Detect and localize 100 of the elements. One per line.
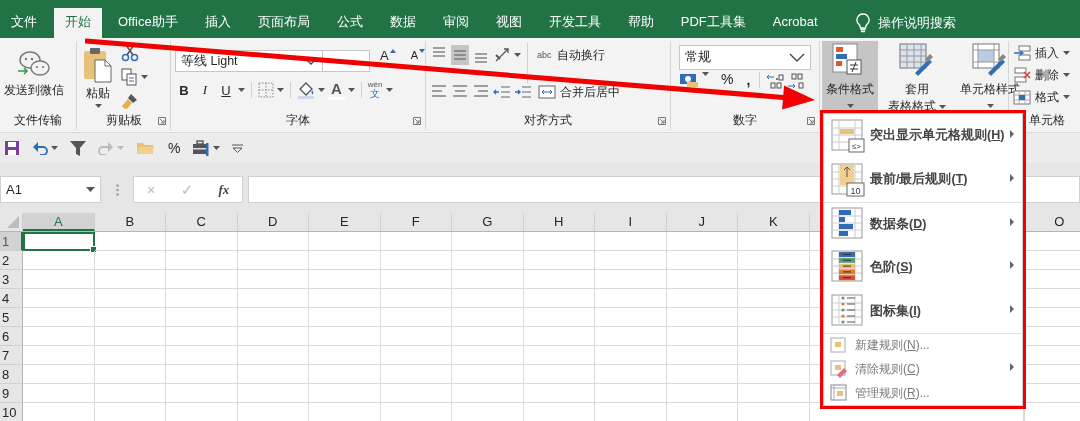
row-header[interactable]: 9 bbox=[0, 384, 23, 403]
row-header[interactable]: 8 bbox=[0, 365, 23, 384]
italic-button[interactable]: I bbox=[196, 82, 214, 98]
paste-button[interactable]: 粘贴 bbox=[81, 47, 115, 110]
column-header[interactable]: B bbox=[94, 213, 166, 231]
menu-item[interactable]: ≤> 突出显示单元格规则(H) bbox=[824, 114, 1022, 158]
dialog-launcher-icon[interactable] bbox=[658, 117, 666, 125]
ribbon-tab[interactable]: Office助手 bbox=[107, 8, 189, 38]
caret-icon[interactable] bbox=[213, 146, 221, 150]
selected-cell[interactable] bbox=[23, 232, 95, 251]
caret-icon[interactable] bbox=[1063, 95, 1070, 99]
caret-icon[interactable] bbox=[94, 104, 102, 108]
caret-icon[interactable] bbox=[86, 187, 95, 192]
ribbon-tab[interactable]: Acrobat bbox=[761, 8, 829, 38]
column-header[interactable]: C bbox=[166, 213, 238, 231]
menu-item[interactable]: 10 最前/最后规则(T) bbox=[824, 157, 1022, 202]
menu-item[interactable]: 色阶(S) bbox=[824, 245, 1022, 290]
percent-style-button[interactable]: % bbox=[718, 72, 737, 86]
caret-icon[interactable] bbox=[939, 104, 946, 109]
insert-function-button[interactable]: fx bbox=[214, 181, 234, 198]
menu-item[interactable]: 清除规则(C) bbox=[824, 357, 1022, 382]
merge-center-button[interactable]: 合并后居中 bbox=[538, 83, 620, 101]
caret-icon[interactable] bbox=[51, 146, 58, 150]
caret-icon[interactable] bbox=[277, 88, 284, 92]
row-header[interactable]: 3 bbox=[0, 270, 23, 289]
orientation-icon[interactable] bbox=[493, 46, 511, 64]
ribbon-tab[interactable]: PDF工具集 bbox=[669, 8, 757, 38]
caret-icon[interactable] bbox=[1063, 73, 1070, 77]
phonetic-guide-icon[interactable]: wén 文 bbox=[367, 81, 383, 99]
column-header[interactable]: J bbox=[666, 213, 738, 231]
ribbon-tab[interactable]: 帮助 bbox=[616, 8, 665, 38]
send-to-wechat-button[interactable]: 发送到微信 bbox=[2, 41, 66, 110]
decrease-indent-icon[interactable] bbox=[493, 83, 511, 101]
caret-icon[interactable] bbox=[238, 88, 245, 92]
cell-command-button[interactable]: 插入 bbox=[1013, 43, 1070, 63]
column-header[interactable]: O bbox=[1024, 213, 1080, 231]
caret-icon[interactable] bbox=[514, 53, 521, 57]
dialog-launcher-icon[interactable] bbox=[807, 117, 815, 125]
ribbon-tab[interactable]: 文件 bbox=[0, 8, 48, 38]
shrink-font-button[interactable]: A bbox=[407, 49, 428, 62]
ribbon-tab[interactable]: 开发工具 bbox=[537, 8, 612, 38]
menu-item[interactable]: 新建规则(N)... bbox=[824, 333, 1022, 358]
ribbon-tab[interactable]: 开始 bbox=[54, 8, 102, 38]
column-header[interactable]: G bbox=[452, 213, 524, 231]
caret-icon[interactable] bbox=[347, 88, 355, 92]
comma-style-button[interactable]: , bbox=[743, 72, 754, 88]
row-header[interactable]: 7 bbox=[0, 346, 23, 365]
column-header[interactable]: H bbox=[523, 213, 595, 231]
dialog-launcher-icon[interactable] bbox=[158, 117, 166, 125]
column-header[interactable]: A bbox=[23, 213, 95, 231]
row-header[interactable]: 5 bbox=[0, 308, 23, 327]
caret-icon[interactable] bbox=[385, 88, 393, 92]
column-header[interactable]: K bbox=[738, 213, 810, 231]
column-header[interactable]: F bbox=[380, 213, 452, 231]
ribbon-tab[interactable]: 插入 bbox=[193, 8, 242, 38]
toolbox-icon[interactable] bbox=[192, 140, 211, 156]
wrap-text-button[interactable]: abc 自动换行 bbox=[537, 46, 605, 64]
percent-button[interactable]: % bbox=[168, 140, 181, 156]
ribbon-tab[interactable]: 视图 bbox=[484, 8, 533, 38]
increase-indent-icon[interactable] bbox=[514, 83, 532, 101]
grow-font-button[interactable]: A bbox=[377, 49, 399, 62]
ribbon-tab[interactable]: 审阅 bbox=[431, 8, 480, 38]
menu-item[interactable]: 数据条(D) bbox=[824, 201, 1022, 246]
ribbon-tab[interactable]: 数据 bbox=[378, 8, 427, 38]
number-format-field[interactable]: 常规 bbox=[679, 45, 811, 70]
conditional-format-button[interactable]: 条件格式 bbox=[822, 41, 878, 111]
font-color-button[interactable]: A bbox=[328, 80, 345, 100]
save-icon[interactable] bbox=[4, 140, 20, 156]
row-header[interactable]: 2 bbox=[0, 251, 23, 270]
menu-item[interactable]: 管理规则(R)... bbox=[824, 381, 1022, 405]
increase-decimal-icon[interactable] bbox=[766, 72, 785, 90]
menu-item[interactable]: 图标集(I) bbox=[824, 289, 1022, 334]
ribbon-tab[interactable]: 公式 bbox=[325, 8, 374, 38]
ribbon-tab[interactable]: 页面布局 bbox=[246, 8, 321, 38]
caret-icon[interactable] bbox=[1063, 51, 1070, 55]
decrease-decimal-icon[interactable] bbox=[787, 72, 806, 90]
column-header[interactable]: I bbox=[595, 213, 667, 231]
currency-icon[interactable] bbox=[679, 72, 699, 88]
row-header[interactable]: 6 bbox=[0, 327, 23, 346]
fill-handle[interactable] bbox=[89, 246, 97, 253]
caret-icon[interactable] bbox=[318, 88, 325, 92]
scissors-icon[interactable] bbox=[121, 44, 139, 62]
filter-icon[interactable] bbox=[70, 140, 86, 156]
column-header[interactable]: D bbox=[237, 213, 309, 231]
caret-icon[interactable] bbox=[702, 72, 709, 76]
column-header[interactable]: E bbox=[309, 213, 381, 231]
tell-me-search[interactable]: 操作说明搜索 bbox=[855, 8, 956, 38]
dialog-launcher-icon[interactable] bbox=[413, 117, 421, 125]
bold-button[interactable]: B bbox=[175, 82, 193, 98]
customize-icon[interactable] bbox=[232, 143, 244, 153]
row-header[interactable]: 1 bbox=[0, 232, 23, 251]
copy-icon[interactable] bbox=[121, 68, 137, 86]
undo-icon[interactable] bbox=[32, 141, 48, 155]
caret-icon[interactable] bbox=[846, 104, 854, 108]
name-box[interactable]: A1 bbox=[0, 176, 101, 203]
caret-icon[interactable] bbox=[141, 75, 148, 79]
row-header[interactable]: 10 bbox=[0, 403, 23, 421]
paintbrush-icon[interactable] bbox=[121, 92, 139, 110]
paint-bucket-icon[interactable] bbox=[297, 81, 315, 99]
row-header[interactable]: 4 bbox=[0, 289, 23, 308]
